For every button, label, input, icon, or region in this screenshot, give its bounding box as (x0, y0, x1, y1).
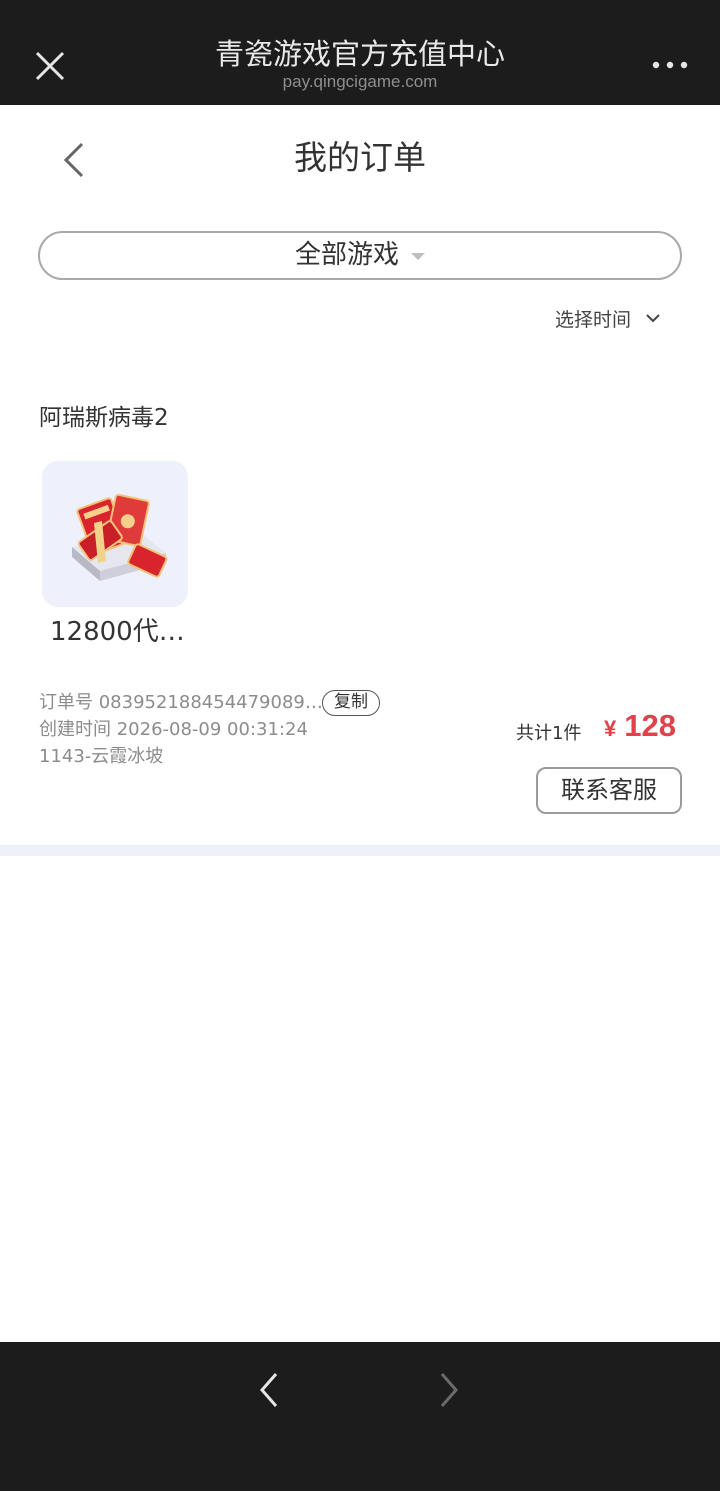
nav-forward-icon[interactable] (432, 1370, 466, 1410)
order-server: 1143-云霞冰坡 (39, 746, 164, 767)
product-thumbnail (42, 461, 188, 607)
order-created-time: 创建时间 2026-08-09 00:31:24 (39, 719, 308, 740)
section-divider (0, 845, 720, 856)
order-item-count: 共计1件 (516, 723, 582, 744)
browser-top-bar: 青瓷游戏官方充值中心 pay.qingcigame.com (0, 0, 720, 105)
price-amount: 128 (624, 708, 676, 743)
red-envelope-gift-box-icon (72, 493, 168, 581)
nav-back-icon[interactable] (252, 1370, 286, 1410)
order-game-name: 阿瑞斯病毒2 (39, 405, 169, 431)
time-filter-dropdown[interactable]: 选择时间 (555, 304, 661, 332)
caret-down-icon (411, 253, 425, 260)
browser-url: pay.qingcigame.com (282, 72, 438, 91)
more-icon[interactable] (648, 54, 692, 76)
browser-title: 青瓷游戏官方充值中心 (214, 37, 505, 71)
contact-service-button[interactable]: 联系客服 (536, 767, 682, 814)
chevron-down-icon (646, 314, 660, 323)
page-title: 我的订单 (294, 138, 426, 177)
time-filter-label: 选择时间 (555, 308, 632, 331)
product-name: 12800代… (50, 617, 185, 647)
copy-button[interactable]: 复制 (322, 690, 380, 716)
game-filter-label: 全部游戏 (294, 240, 399, 270)
order-price: ¥128 (604, 708, 676, 744)
browser-bottom-bar (0, 1342, 720, 1491)
game-filter-dropdown[interactable]: 全部游戏 (38, 231, 682, 280)
order-number: 订单号 083952188454479089… (39, 692, 323, 713)
currency-symbol: ¥ (604, 716, 617, 741)
